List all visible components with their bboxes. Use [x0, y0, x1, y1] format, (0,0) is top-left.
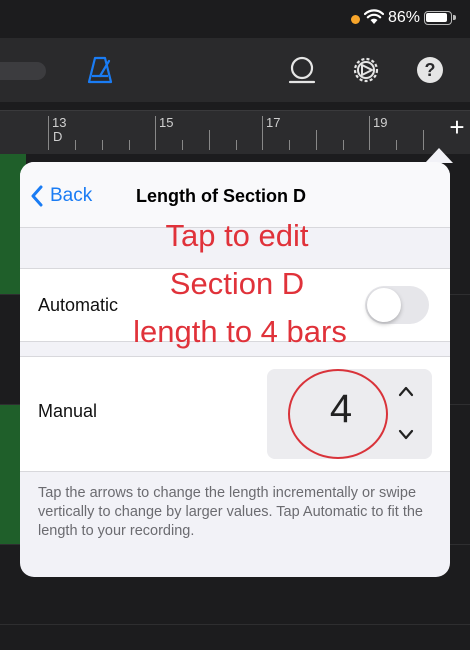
automatic-label: Automatic: [38, 295, 119, 315]
metronome-icon[interactable]: [84, 54, 116, 86]
help-text: Tap the arrows to change the length incr…: [38, 485, 423, 539]
ruler-bar-19: 19: [373, 115, 388, 130]
chevron-down-icon[interactable]: [397, 427, 415, 443]
status-bar: 86%: [0, 0, 470, 38]
toolbar: ?: [0, 38, 470, 102]
back-button[interactable]: Back: [30, 182, 92, 210]
annotation-line-3: length to 4 bars: [133, 314, 347, 349]
popover-arrow: [425, 148, 453, 163]
manual-label: Manual: [38, 401, 98, 421]
wifi-icon: [364, 9, 384, 24]
annotation-line-2: Section D: [169, 266, 305, 301]
recording-indicator-dot: [351, 15, 360, 24]
popover-title: Length of Section D: [136, 186, 306, 206]
chevron-up-icon[interactable]: [397, 383, 415, 399]
back-label: Back: [50, 185, 93, 206]
loop-icon[interactable]: [286, 54, 318, 86]
chevron-left-icon: [31, 185, 43, 207]
help-glyph: ?: [425, 60, 436, 80]
help-icon[interactable]: ?: [414, 54, 446, 86]
ruler-bar-15: 15: [159, 115, 174, 130]
settings-icon[interactable]: [350, 54, 382, 86]
battery-icon: [424, 11, 456, 25]
section-marker: D: [53, 129, 63, 144]
timeline-ruler[interactable]: 13 D 15 17 19: [0, 110, 470, 154]
add-section-button[interactable]: +: [446, 114, 468, 140]
annotation-line-1: Tap to edit: [165, 218, 309, 253]
ruler-bar-17: 17: [266, 115, 281, 130]
toolbar-slider[interactable]: [0, 62, 46, 80]
ruler-bar-13: 13: [52, 115, 67, 130]
annotation-circle: [288, 369, 388, 459]
battery-percent: 86%: [388, 9, 421, 26]
